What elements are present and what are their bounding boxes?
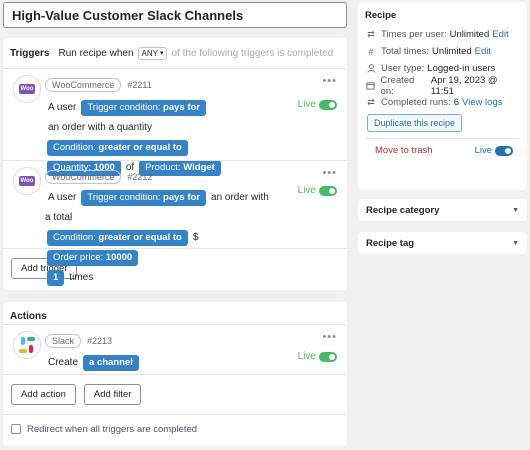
trigger-number: #2212 — [127, 172, 153, 182]
trigger-condition-token[interactable]: Trigger condition: pays for — [81, 100, 207, 116]
repeat-icon: ⇄ — [367, 29, 375, 39]
condition-token[interactable]: Condition: greater or equal to — [47, 230, 188, 246]
more-options-icon[interactable]: ••• — [322, 167, 337, 179]
live-label: Live — [297, 185, 316, 196]
woocommerce-logo: Woo — [13, 75, 41, 103]
edit-total-times-link[interactable]: Edit — [475, 46, 491, 57]
live-toggle[interactable]: Live — [298, 351, 337, 362]
slack-logo — [13, 331, 41, 359]
completed-runs-row: ⇄ Completed runs: 6 View logs — [367, 97, 503, 108]
any-all-select[interactable]: ANY ▾ — [137, 46, 168, 60]
more-options-icon[interactable]: ••• — [322, 331, 337, 343]
sentence-text: an order with a quantity — [48, 122, 152, 133]
integration-badge: Slack — [45, 334, 82, 348]
condition-token[interactable]: Condition: greater or equal to — [47, 140, 188, 156]
any-all-value: ANY — [141, 48, 158, 58]
user-icon — [366, 64, 376, 74]
integration-badge: WooCommerce — [45, 170, 122, 184]
repeat-icon: ⇄ — [367, 97, 375, 107]
toggle-switch[interactable] — [319, 99, 337, 110]
triggers-title: Triggers — [10, 47, 50, 59]
woocommerce-logo: Woo — [13, 167, 41, 195]
recipe-tag-title: Recipe tag — [366, 237, 415, 249]
sentence-text: A user — [48, 192, 77, 203]
trigger-condition-token[interactable]: Trigger condition: pays for — [81, 190, 207, 206]
created-on-row: Created on: Apr 19, 2023 @ 11:51 — [358, 75, 527, 97]
live-label: Live — [297, 351, 316, 362]
run-recipe-label: Run recipe when — [58, 47, 134, 59]
redirect-row: Redirect when all triggers are completed — [3, 414, 347, 444]
recipe-box-title: Recipe — [365, 10, 397, 21]
move-to-trash-link[interactable]: Move to trash — [375, 145, 433, 156]
calendar-icon — [366, 81, 376, 91]
live-label: Live — [297, 99, 316, 110]
chevron-down-icon: ▼ — [512, 206, 519, 214]
add-action-button[interactable]: Add action — [11, 384, 76, 405]
hashtag-icon: # — [368, 46, 374, 57]
redirect-checkbox[interactable] — [11, 424, 21, 435]
triggers-panel: Triggers Run recipe when ANY ▾ of the fo… — [3, 38, 347, 290]
live-toggle[interactable]: Live — [298, 99, 337, 110]
actions-header: Actions — [3, 302, 347, 324]
recipe-live-toggle[interactable]: Live — [475, 145, 513, 156]
action-number: #2213 — [87, 336, 113, 346]
woo-icon: Woo — [19, 84, 35, 94]
edit-times-per-user-link[interactable]: Edit — [492, 29, 508, 40]
times-per-user-row: ⇄ Times per user: Unlimited Edit — [367, 29, 509, 40]
chevron-down-icon: ▾ — [159, 50, 164, 57]
recipe-category-box[interactable]: Recipe category ▼ — [358, 199, 527, 221]
recipe-title-input[interactable] — [3, 2, 347, 28]
more-options-icon[interactable]: ••• — [322, 75, 337, 87]
actions-buttons-row: Add action Add filter — [3, 374, 347, 414]
following-triggers-text: of the following triggers is completed — [171, 47, 334, 59]
add-filter-button[interactable]: Add filter — [83, 384, 142, 405]
sentence-text: Create — [48, 357, 79, 368]
times-token[interactable]: 1 — [47, 270, 65, 286]
sentence-text: A user — [48, 102, 77, 113]
triggers-header: Triggers Run recipe when ANY ▾ of the fo… — [3, 38, 347, 68]
view-logs-link[interactable]: View logs — [462, 97, 503, 108]
sentence-text: times — [69, 272, 94, 283]
trash-status-row: Move to trash Live — [358, 139, 527, 156]
order-price-token[interactable]: Order price: 10000 — [47, 250, 139, 266]
duplicate-recipe-button[interactable]: Duplicate this recipe — [367, 114, 463, 132]
recipe-category-title: Recipe category — [366, 204, 440, 216]
live-toggle[interactable]: Live — [298, 185, 337, 196]
toggle-switch[interactable] — [319, 351, 337, 362]
sentence-text: $ — [192, 232, 199, 243]
toggle-switch[interactable] — [319, 185, 337, 196]
live-label: Live — [474, 145, 492, 156]
redirect-label: Redirect when all triggers are completed — [27, 424, 198, 435]
actions-title: Actions — [10, 310, 47, 322]
actions-panel: Actions Slack #2213 ••• Live Create a cha… — [3, 302, 347, 446]
chevron-down-icon: ▼ — [512, 239, 519, 247]
trigger-number: #2211 — [127, 80, 152, 90]
slack-icon — [18, 336, 36, 354]
action-item: Slack #2213 ••• Live Create a channel — [3, 324, 347, 374]
integration-badge: WooCommerce — [45, 78, 122, 92]
total-times-row: # Total times: Unlimited Edit — [358, 43, 527, 60]
recipe-tag-box[interactable]: Recipe tag ▼ — [358, 232, 527, 254]
woo-icon: Woo — [19, 176, 35, 186]
trigger-item: Woo WooCommerce #2212 ••• Live A user Tri… — [3, 160, 347, 286]
trigger-item: Woo WooCommerce #2211 ••• Live A user Tri… — [3, 68, 347, 176]
toggle-switch[interactable] — [495, 145, 513, 156]
recipe-sidebar-box: Recipe ⇄ Times per user: Unlimited Edit … — [358, 2, 527, 190]
channel-token[interactable]: a channel — [83, 355, 139, 371]
